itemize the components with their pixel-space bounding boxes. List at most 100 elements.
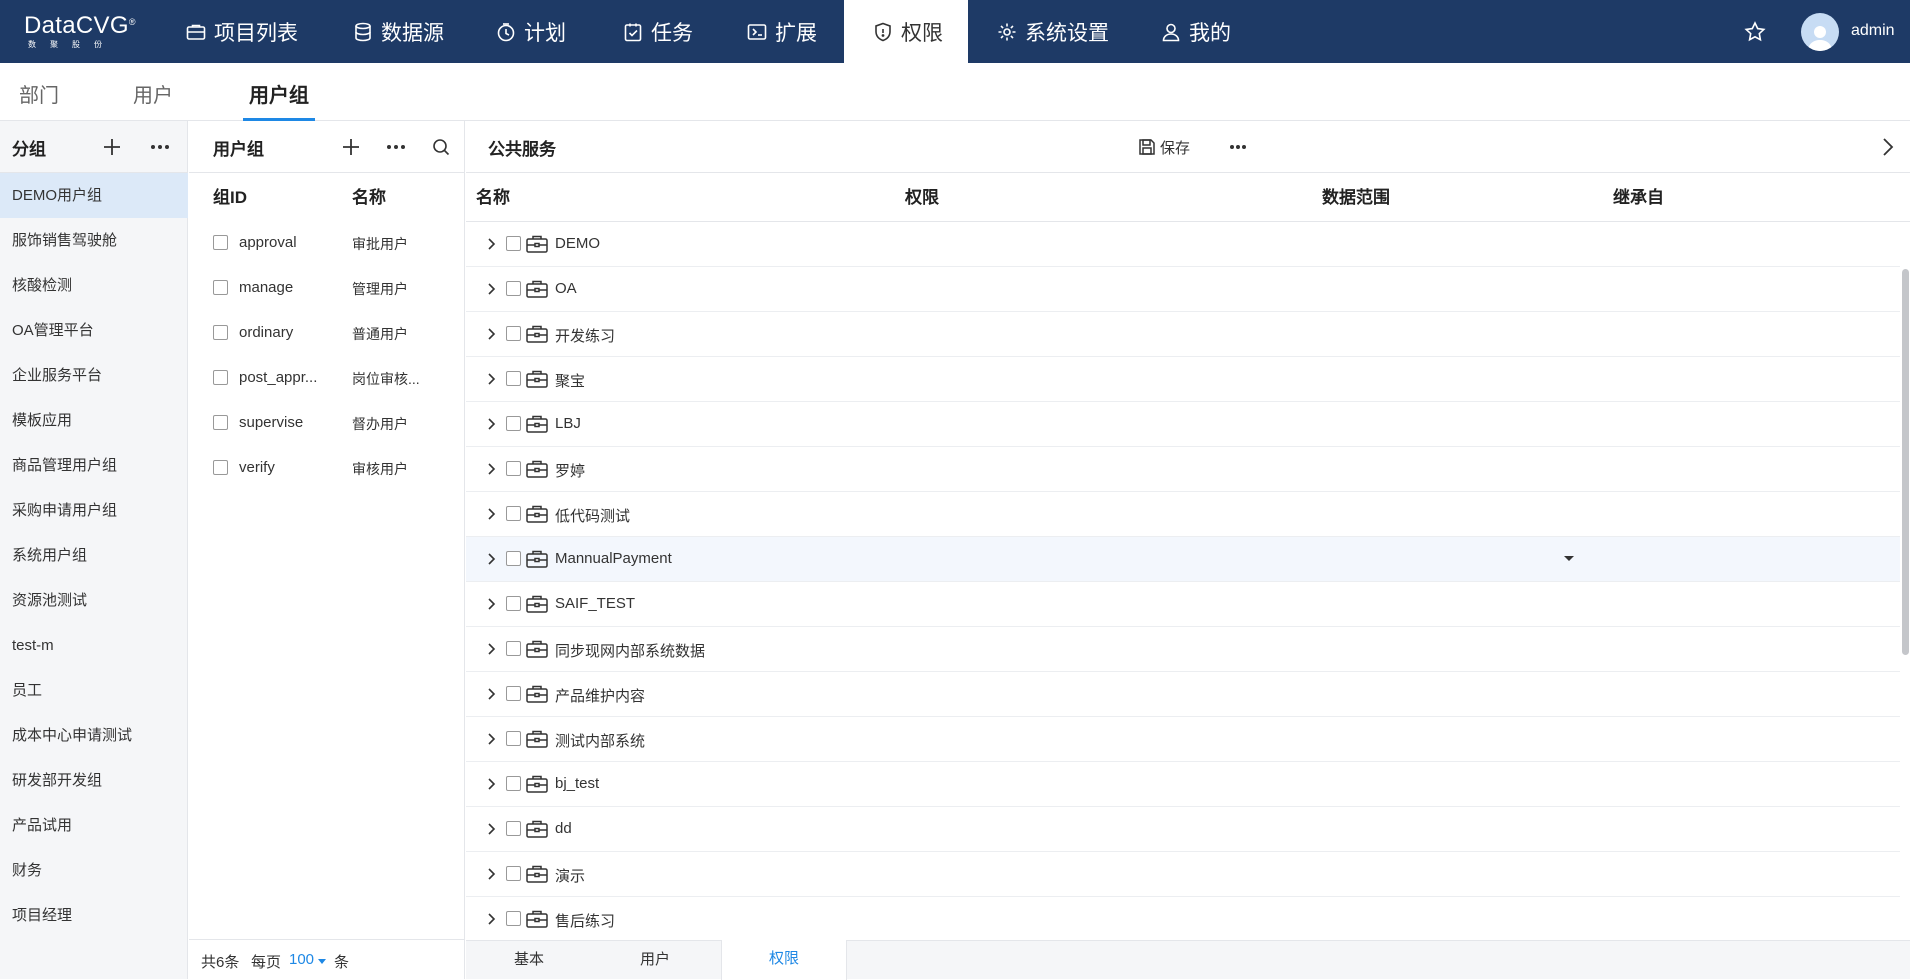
row-checkbox[interactable] (506, 551, 521, 566)
more-icon[interactable] (384, 135, 408, 159)
nav-item-task[interactable]: 任务 (622, 0, 697, 63)
group-list-item[interactable]: 服饰销售驾驶舱 (0, 218, 188, 263)
tree-row[interactable]: 产品维护内容 (466, 672, 1900, 717)
column-header-group-id[interactable]: 组ID (213, 183, 247, 208)
row-checkbox[interactable] (506, 731, 521, 746)
tree-row[interactable]: 开发练习 (466, 312, 1900, 357)
tree-row[interactable]: 聚宝 (466, 357, 1900, 402)
nav-item-datasource[interactable]: 数据源 (352, 0, 452, 63)
chevron-right-icon[interactable] (484, 687, 498, 701)
nav-item-permission[interactable]: 权限 (844, 0, 968, 63)
row-checkbox[interactable] (506, 281, 521, 296)
group-list-item[interactable]: 商品管理用户组 (0, 443, 188, 488)
row-checkbox[interactable] (506, 686, 521, 701)
table-row[interactable]: ordinary 普通用户 (189, 311, 465, 356)
group-list-item[interactable]: 产品试用 (0, 803, 188, 848)
tree-row[interactable]: bj_test (466, 762, 1900, 807)
save-button[interactable]: 保存 (1138, 134, 1190, 160)
row-checkbox[interactable] (506, 506, 521, 521)
group-list-item[interactable]: 研发部开发组 (0, 758, 188, 803)
table-row[interactable]: verify 审核用户 (189, 446, 465, 491)
chevron-right-icon[interactable] (484, 912, 498, 926)
vertical-scrollbar[interactable] (1902, 269, 1909, 655)
nav-item-projects[interactable]: 项目列表 (185, 0, 305, 63)
tab-permissions[interactable]: 权限 (721, 940, 847, 980)
group-list-item[interactable]: 采购申请用户组 (0, 488, 188, 533)
add-user-group-icon[interactable] (339, 135, 363, 159)
nav-item-mine[interactable]: 我的 (1160, 0, 1240, 63)
chevron-right-icon[interactable] (484, 822, 498, 836)
tree-row[interactable]: 低代码测试 (466, 492, 1900, 537)
more-icon[interactable] (148, 135, 172, 159)
group-list-item[interactable]: 资源池测试 (0, 578, 188, 623)
group-list-item[interactable]: 系统用户组 (0, 533, 188, 578)
table-row[interactable]: post_appr... 岗位审核... (189, 356, 465, 401)
chevron-right-icon[interactable] (484, 417, 498, 431)
tree-row[interactable]: 演示 (466, 852, 1900, 897)
row-checkbox[interactable] (213, 235, 228, 250)
column-header-inherited-from[interactable]: 继承自 (1613, 183, 1664, 208)
group-list-item[interactable]: 项目经理 (0, 893, 188, 938)
tree-row[interactable]: dd (466, 807, 1900, 852)
row-checkbox[interactable] (506, 371, 521, 386)
tree-row[interactable]: MannualPayment (466, 537, 1900, 582)
chevron-right-icon[interactable] (484, 237, 498, 251)
tree-row[interactable]: 测试内部系统 (466, 717, 1900, 762)
more-icon[interactable] (1226, 135, 1250, 159)
table-row[interactable]: manage 管理用户 (189, 266, 465, 311)
row-checkbox[interactable] (213, 325, 228, 340)
group-list-item[interactable]: DEMO用户组 (0, 173, 188, 218)
username-label[interactable]: admin (1851, 22, 1895, 40)
star-icon[interactable] (1743, 20, 1767, 44)
chevron-right-icon[interactable] (484, 867, 498, 881)
chevron-right-icon[interactable] (484, 507, 498, 521)
chevron-right-icon[interactable] (484, 642, 498, 656)
group-list-item[interactable]: test-m (0, 623, 188, 668)
tab-basic[interactable]: 基本 (466, 941, 592, 980)
row-checkbox[interactable] (506, 641, 521, 656)
tree-row[interactable]: DEMO (466, 222, 1900, 267)
chevron-right-icon[interactable] (484, 552, 498, 566)
column-header-name[interactable]: 名称 (476, 183, 510, 208)
row-checkbox[interactable] (213, 415, 228, 430)
group-list-item[interactable]: 核酸检测 (0, 263, 188, 308)
nav-item-plan[interactable]: 计划 (495, 0, 570, 63)
table-row[interactable]: approval 审批用户 (189, 221, 465, 266)
nav-item-settings[interactable]: 系统设置 (996, 0, 1114, 63)
brand-logo[interactable]: DataCVG® 数聚股份 (24, 12, 144, 52)
table-row[interactable]: supervise 督办用户 (189, 401, 465, 446)
row-checkbox[interactable] (506, 326, 521, 341)
row-checkbox[interactable] (506, 776, 521, 791)
avatar[interactable] (1801, 13, 1839, 51)
tree-row[interactable]: 罗婷 (466, 447, 1900, 492)
chevron-right-icon[interactable] (484, 372, 498, 386)
tree-row[interactable]: SAIF_TEST (466, 582, 1900, 627)
chevron-right-icon[interactable] (1876, 135, 1900, 159)
chevron-right-icon[interactable] (484, 777, 498, 791)
data-scope-dropdown-caret[interactable] (1564, 556, 1574, 561)
chevron-right-icon[interactable] (484, 732, 498, 746)
row-checkbox[interactable] (213, 460, 228, 475)
row-checkbox[interactable] (506, 416, 521, 431)
row-checkbox[interactable] (506, 461, 521, 476)
chevron-right-icon[interactable] (484, 282, 498, 296)
row-checkbox[interactable] (506, 911, 521, 926)
column-header-name[interactable]: 名称 (352, 183, 386, 208)
group-list-item[interactable]: 成本中心申请测试 (0, 713, 188, 758)
group-list-item[interactable]: 员工 (0, 668, 188, 713)
column-header-data-scope[interactable]: 数据范围 (1322, 183, 1390, 208)
group-list-item[interactable]: OA管理平台 (0, 308, 188, 353)
add-group-icon[interactable] (100, 135, 124, 159)
nav-item-extension[interactable]: 扩展 (746, 0, 821, 63)
tab-user[interactable]: 用户 (133, 79, 173, 108)
row-checkbox[interactable] (213, 280, 228, 295)
group-list-item[interactable]: 财务 (0, 848, 188, 893)
chevron-right-icon[interactable] (484, 327, 498, 341)
chevron-right-icon[interactable] (484, 462, 498, 476)
column-header-permission[interactable]: 权限 (905, 183, 939, 208)
tree-row[interactable]: 售后练习 (466, 897, 1900, 942)
tree-row[interactable]: LBJ (466, 402, 1900, 447)
tree-row[interactable]: 同步现网内部系统数据 (466, 627, 1900, 672)
tab-users[interactable]: 用户 (592, 941, 718, 980)
page-size-select[interactable]: 100 (289, 951, 327, 968)
